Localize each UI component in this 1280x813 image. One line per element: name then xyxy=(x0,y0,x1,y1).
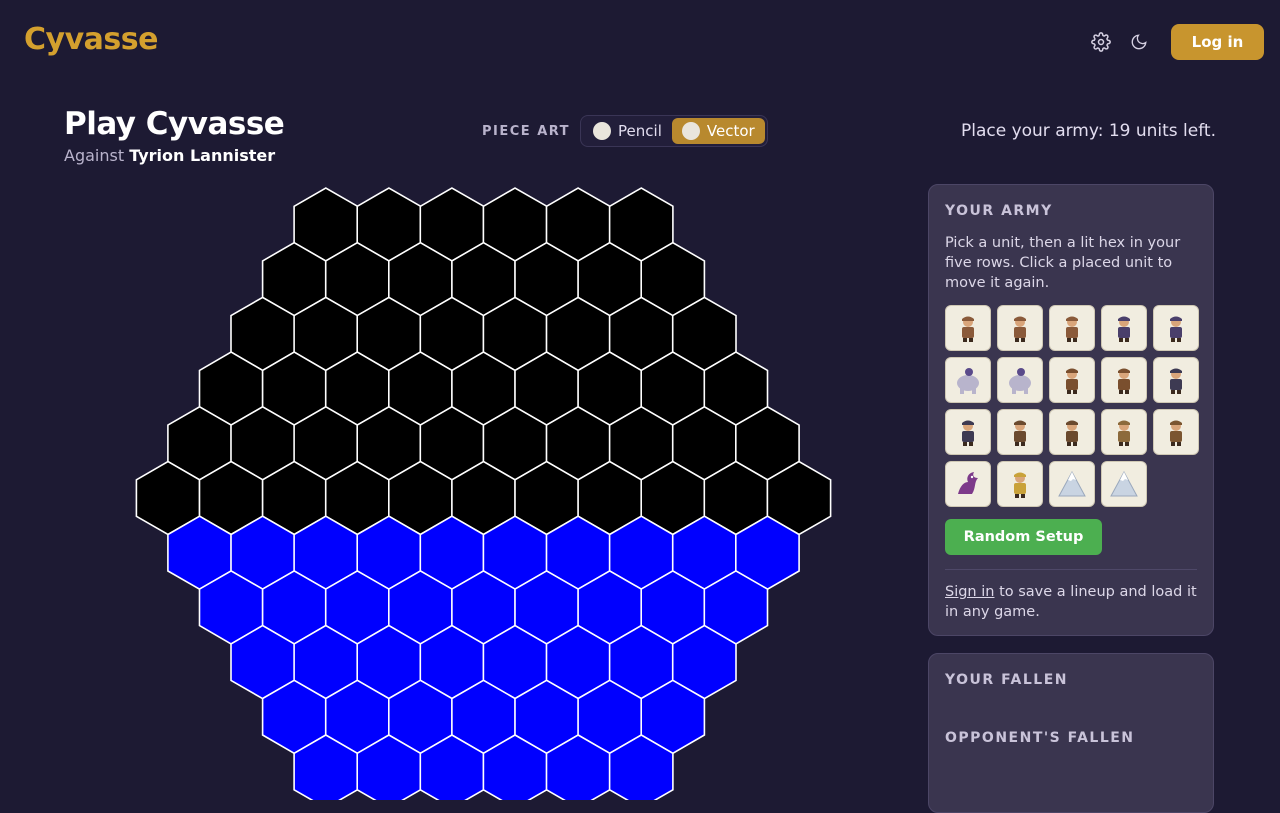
your-fallen-title: YOUR FALLEN xyxy=(945,672,1068,688)
king-icon xyxy=(1014,472,1026,498)
mountain-icon xyxy=(1110,470,1138,497)
unit-grid xyxy=(945,305,1199,507)
light-horse-icon xyxy=(1066,368,1078,394)
top-actions: Log in xyxy=(1089,24,1264,60)
opponent-fallen-title: OPPONENT'S FALLEN xyxy=(945,730,1135,746)
spearman-icon xyxy=(1170,316,1182,342)
army-instructions: Pick a unit, then a lit hex in your five… xyxy=(945,235,1181,291)
random-setup-button[interactable]: Random Setup xyxy=(945,519,1102,555)
unit-rabble[interactable] xyxy=(1049,305,1095,351)
army-panel: YOUR ARMY Pick a unit, then a lit hex in… xyxy=(928,184,1214,636)
elephant-icon xyxy=(957,368,979,394)
rabble-icon xyxy=(962,316,974,342)
unit-elephant[interactable] xyxy=(997,357,1043,403)
fallen-panel: YOUR FALLEN OPPONENT'S FALLEN xyxy=(928,653,1214,813)
moon-icon[interactable] xyxy=(1127,30,1151,54)
gear-icon[interactable] xyxy=(1089,30,1113,54)
placement-status: Place your army: 19 units left. xyxy=(960,121,1216,141)
crossbowman-icon xyxy=(1014,420,1026,446)
army-title: YOUR ARMY xyxy=(945,203,1053,219)
mountain-icon xyxy=(1058,470,1086,497)
heavy-horse-icon xyxy=(962,420,974,446)
unit-spearman[interactable] xyxy=(1101,305,1147,351)
trebuchet-icon xyxy=(1170,420,1182,446)
unit-light-horse[interactable] xyxy=(1101,357,1147,403)
dragon-icon xyxy=(958,472,978,494)
unit-catapult[interactable] xyxy=(1101,409,1147,455)
unit-heavy-horse[interactable] xyxy=(945,409,991,455)
unit-rabble[interactable] xyxy=(945,305,991,351)
unit-mountain[interactable] xyxy=(1049,461,1095,507)
unit-mountain[interactable] xyxy=(1101,461,1147,507)
light-horse-icon xyxy=(1118,368,1130,394)
heavy-horse-icon xyxy=(1170,368,1182,394)
unit-light-horse[interactable] xyxy=(1049,357,1095,403)
catapult-icon xyxy=(1118,420,1130,446)
spearman-icon xyxy=(1118,316,1130,342)
hex-board xyxy=(135,187,832,800)
signin-link[interactable]: Sign in xyxy=(945,584,994,600)
elephant-icon xyxy=(1009,368,1031,394)
unit-spearman[interactable] xyxy=(1153,305,1199,351)
unit-dragon[interactable] xyxy=(945,461,991,507)
unit-heavy-horse[interactable] xyxy=(1153,357,1199,403)
unit-crossbowman[interactable] xyxy=(1049,409,1095,455)
login-button[interactable]: Log in xyxy=(1171,24,1264,60)
rabble-icon xyxy=(1066,316,1078,342)
crossbowman-icon xyxy=(1066,420,1078,446)
unit-elephant[interactable] xyxy=(945,357,991,403)
unit-trebuchet[interactable] xyxy=(1153,409,1199,455)
unit-king[interactable] xyxy=(997,461,1043,507)
rabble-icon xyxy=(1014,316,1026,342)
unit-rabble[interactable] xyxy=(997,305,1043,351)
signin-note: Sign in to save a lineup and load it in … xyxy=(945,582,1197,622)
divider xyxy=(945,569,1197,570)
unit-crossbowman[interactable] xyxy=(997,409,1043,455)
